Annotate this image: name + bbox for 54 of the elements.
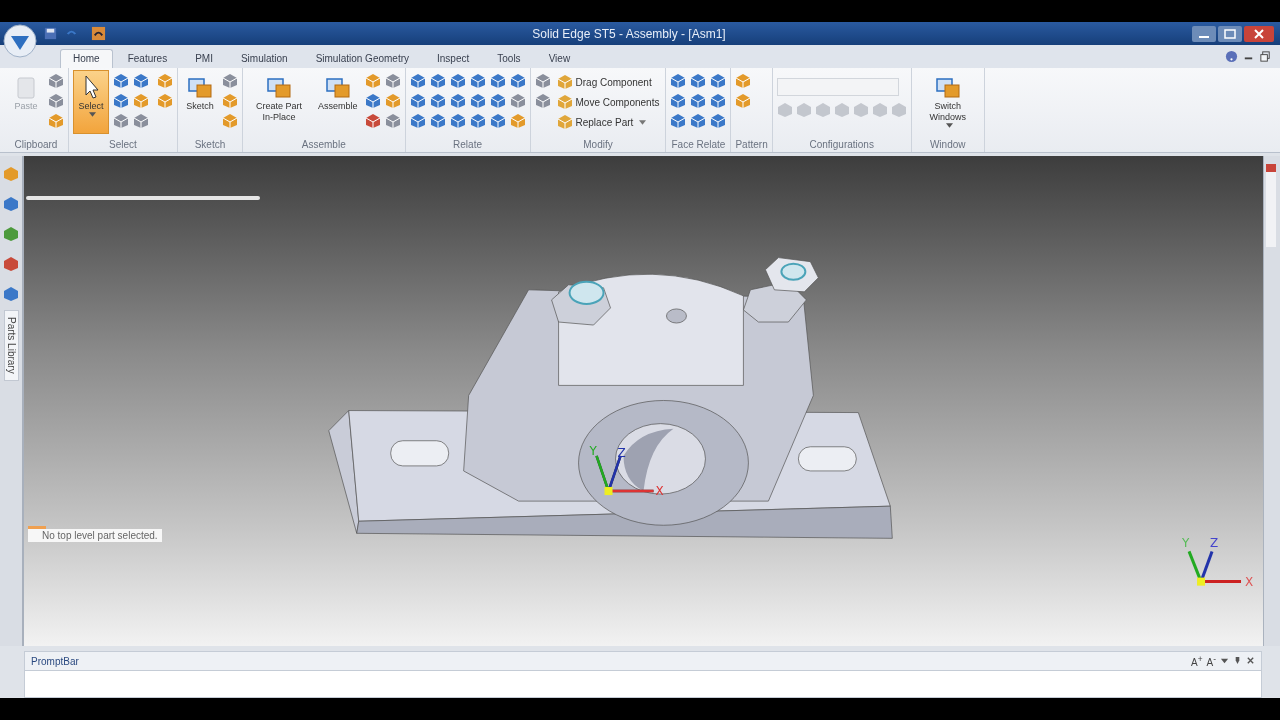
pin-icon[interactable] xyxy=(1233,656,1242,666)
close-icon[interactable] xyxy=(1246,656,1255,666)
group-label: Clipboard xyxy=(13,138,59,152)
axis-label: X xyxy=(1245,574,1254,589)
ribbon-button[interactable]: Select xyxy=(73,70,109,134)
side-panel-tab[interactable] xyxy=(1266,164,1276,247)
command-button[interactable]: Drag Component xyxy=(554,73,662,91)
redo-icon[interactable] xyxy=(91,26,106,41)
axis-label: Y xyxy=(1182,536,1190,551)
group-label: Assemble xyxy=(300,138,347,152)
group-label: Window xyxy=(928,138,967,152)
close-icon[interactable] xyxy=(1244,25,1274,42)
prompt-field[interactable] xyxy=(25,670,1261,697)
axis-label: Z xyxy=(1210,536,1219,551)
ribbon-button[interactable]: Switch Windows xyxy=(915,70,980,134)
ribbon-tab[interactable]: Home xyxy=(60,49,113,68)
restore-icon[interactable] xyxy=(1259,50,1272,63)
axis-label: Y xyxy=(589,443,597,458)
quickbar-handle[interactable] xyxy=(26,196,260,200)
ribbon-button[interactable]: Sketch xyxy=(182,70,218,134)
command-button[interactable]: Replace Part xyxy=(554,113,662,131)
view-triad-icon xyxy=(1187,550,1241,586)
group-label: Face Relate xyxy=(670,138,727,152)
group-label: Sketch xyxy=(193,138,227,152)
caret-icon xyxy=(945,123,953,128)
group-label: Configurations xyxy=(808,138,875,152)
font-size-button[interactable]: A$^{+}$ xyxy=(1191,653,1203,669)
caret-icon xyxy=(639,119,647,125)
ribbon-tab[interactable]: Simulation xyxy=(227,49,301,68)
command-button[interactable]: Move Components xyxy=(554,93,662,111)
caret-icon xyxy=(89,112,96,117)
ribbon-tab[interactable]: PMI xyxy=(182,49,226,68)
minimize-icon[interactable] xyxy=(1192,25,1216,42)
dropdown-icon[interactable] xyxy=(1220,656,1229,666)
ribbon-tab[interactable]: Tools xyxy=(484,49,534,68)
help-icon[interactable] xyxy=(1225,50,1238,63)
window-title: Solid Edge ST5 - Assembly - [Asm1] xyxy=(531,26,727,41)
maximize-icon[interactable] xyxy=(1218,25,1242,42)
ribbon-tab[interactable]: Inspect xyxy=(424,49,483,68)
group-label: Select xyxy=(108,138,138,152)
ribbon-button[interactable]: Assemble xyxy=(315,70,361,134)
ribbon-tab[interactable]: Simulation Geometry xyxy=(302,49,422,68)
group-label: Modify xyxy=(582,138,614,152)
prompt-bar-title: PromptBar xyxy=(31,655,79,667)
ribbon-tab[interactable]: Features xyxy=(114,49,181,68)
save-icon[interactable] xyxy=(43,26,58,41)
group-label: Pattern xyxy=(735,138,768,152)
font-size-button[interactable]: A$^{-}$ xyxy=(1206,653,1216,669)
group-label: Relate xyxy=(452,138,483,152)
parts-library-tab[interactable]: Parts Library xyxy=(3,310,19,381)
ribbon-button[interactable]: Create Part In-Place xyxy=(247,70,311,134)
axis-label: X xyxy=(655,484,664,499)
status-message: No top level part selected. xyxy=(28,529,162,542)
ribbon-tab[interactable]: View xyxy=(535,49,584,68)
